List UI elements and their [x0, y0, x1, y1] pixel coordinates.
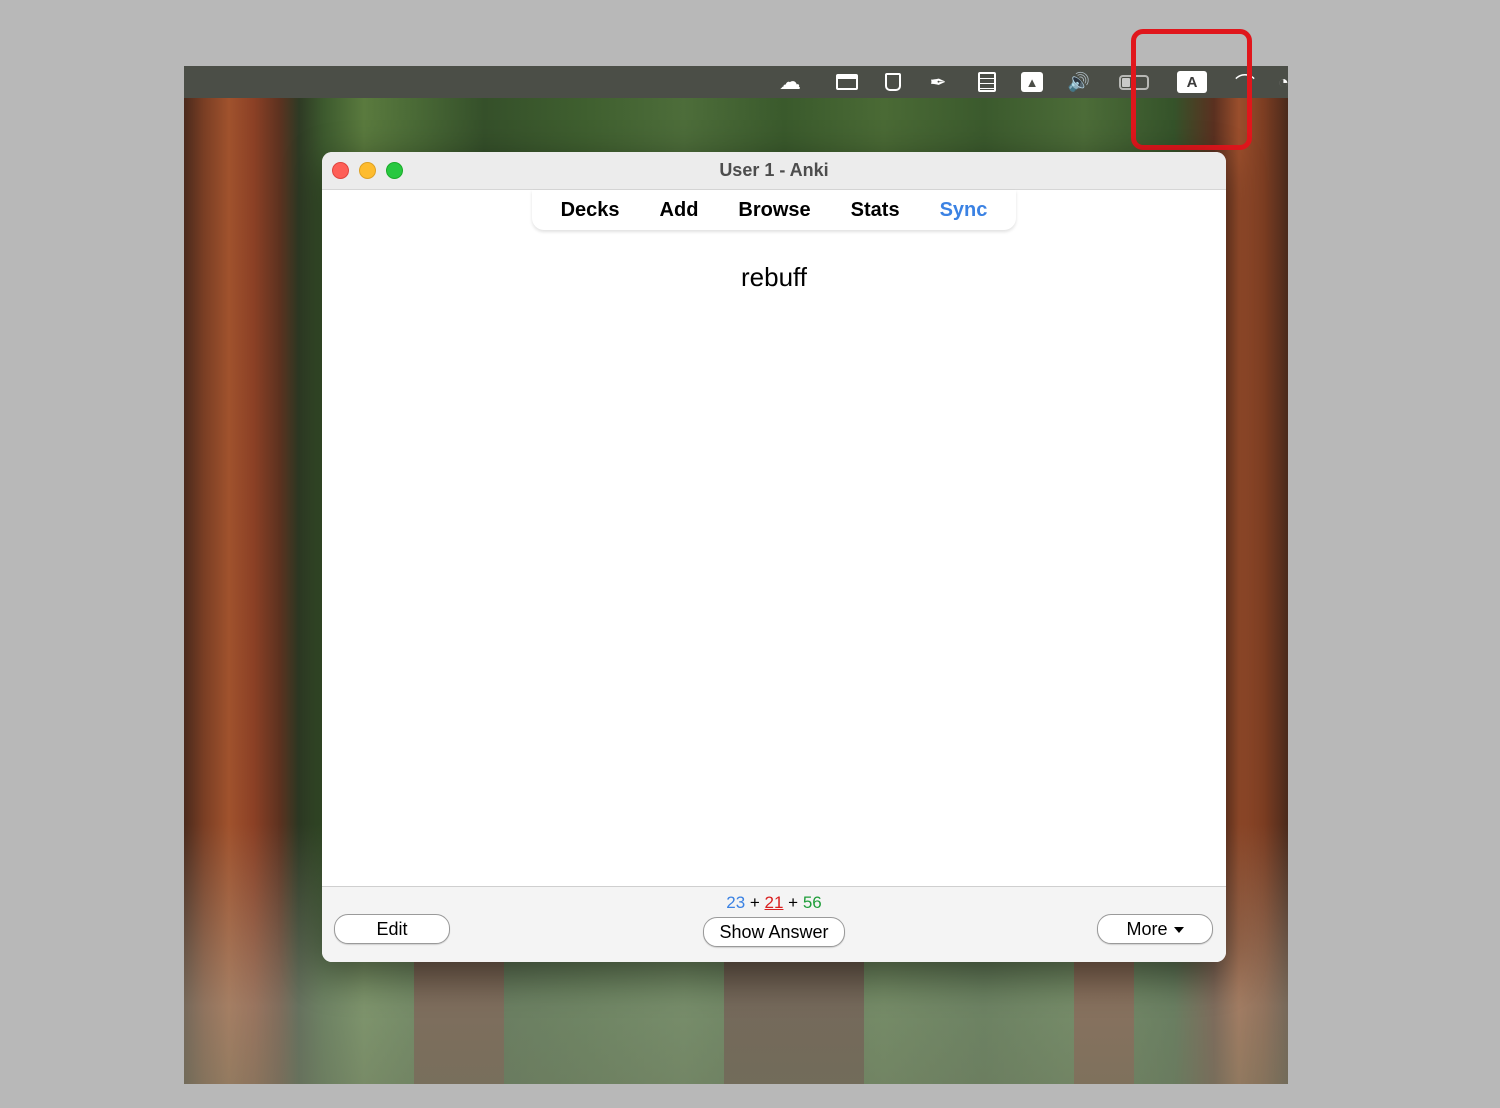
clipboard-icon[interactable]: [974, 70, 1000, 94]
sync-link[interactable]: Sync: [920, 199, 1008, 222]
new-count: 23: [726, 893, 746, 912]
count-separator: +: [783, 893, 803, 912]
anki-window: User 1 - Anki Decks Add Browse Stats Syn…: [322, 152, 1226, 962]
window-title: User 1 - Anki: [719, 160, 829, 180]
due-counts: 23 + 21 + 56: [322, 893, 1226, 913]
add-link[interactable]: Add: [640, 199, 719, 222]
window-icon[interactable]: [834, 70, 860, 94]
edit-button[interactable]: Edit: [334, 914, 450, 944]
menu-extra-icon[interactable]: ◔: [1278, 70, 1288, 94]
decks-link[interactable]: Decks: [541, 199, 640, 222]
edit-label: Edit: [376, 918, 408, 939]
show-answer-label: Show Answer: [719, 921, 829, 942]
highlight-box: [1131, 29, 1252, 150]
more-button[interactable]: More: [1097, 914, 1213, 944]
review-bottom-bar: 23 + 21 + 56 Edit Show Answer More: [322, 886, 1226, 962]
cloud-icon[interactable]: ☁: [774, 69, 806, 94]
pen-icon[interactable]: ✒: [924, 70, 952, 94]
main-toolbar: Decks Add Browse Stats Sync: [532, 190, 1016, 230]
count-separator: +: [745, 893, 765, 912]
drive-icon[interactable]: ▲: [1018, 70, 1046, 94]
browse-link[interactable]: Browse: [718, 199, 830, 222]
chevron-down-icon: [1173, 927, 1184, 933]
review-count: 56: [802, 893, 822, 912]
more-label: More: [1126, 918, 1168, 939]
stats-link[interactable]: Stats: [831, 199, 920, 222]
cup-icon[interactable]: [880, 70, 906, 94]
title-bar: User 1 - Anki: [322, 152, 1226, 190]
show-answer-button[interactable]: Show Answer: [703, 917, 845, 947]
learning-count: 21: [764, 893, 784, 912]
card-front-text: rebuff: [740, 262, 807, 292]
volume-icon[interactable]: 🔊: [1064, 70, 1094, 94]
